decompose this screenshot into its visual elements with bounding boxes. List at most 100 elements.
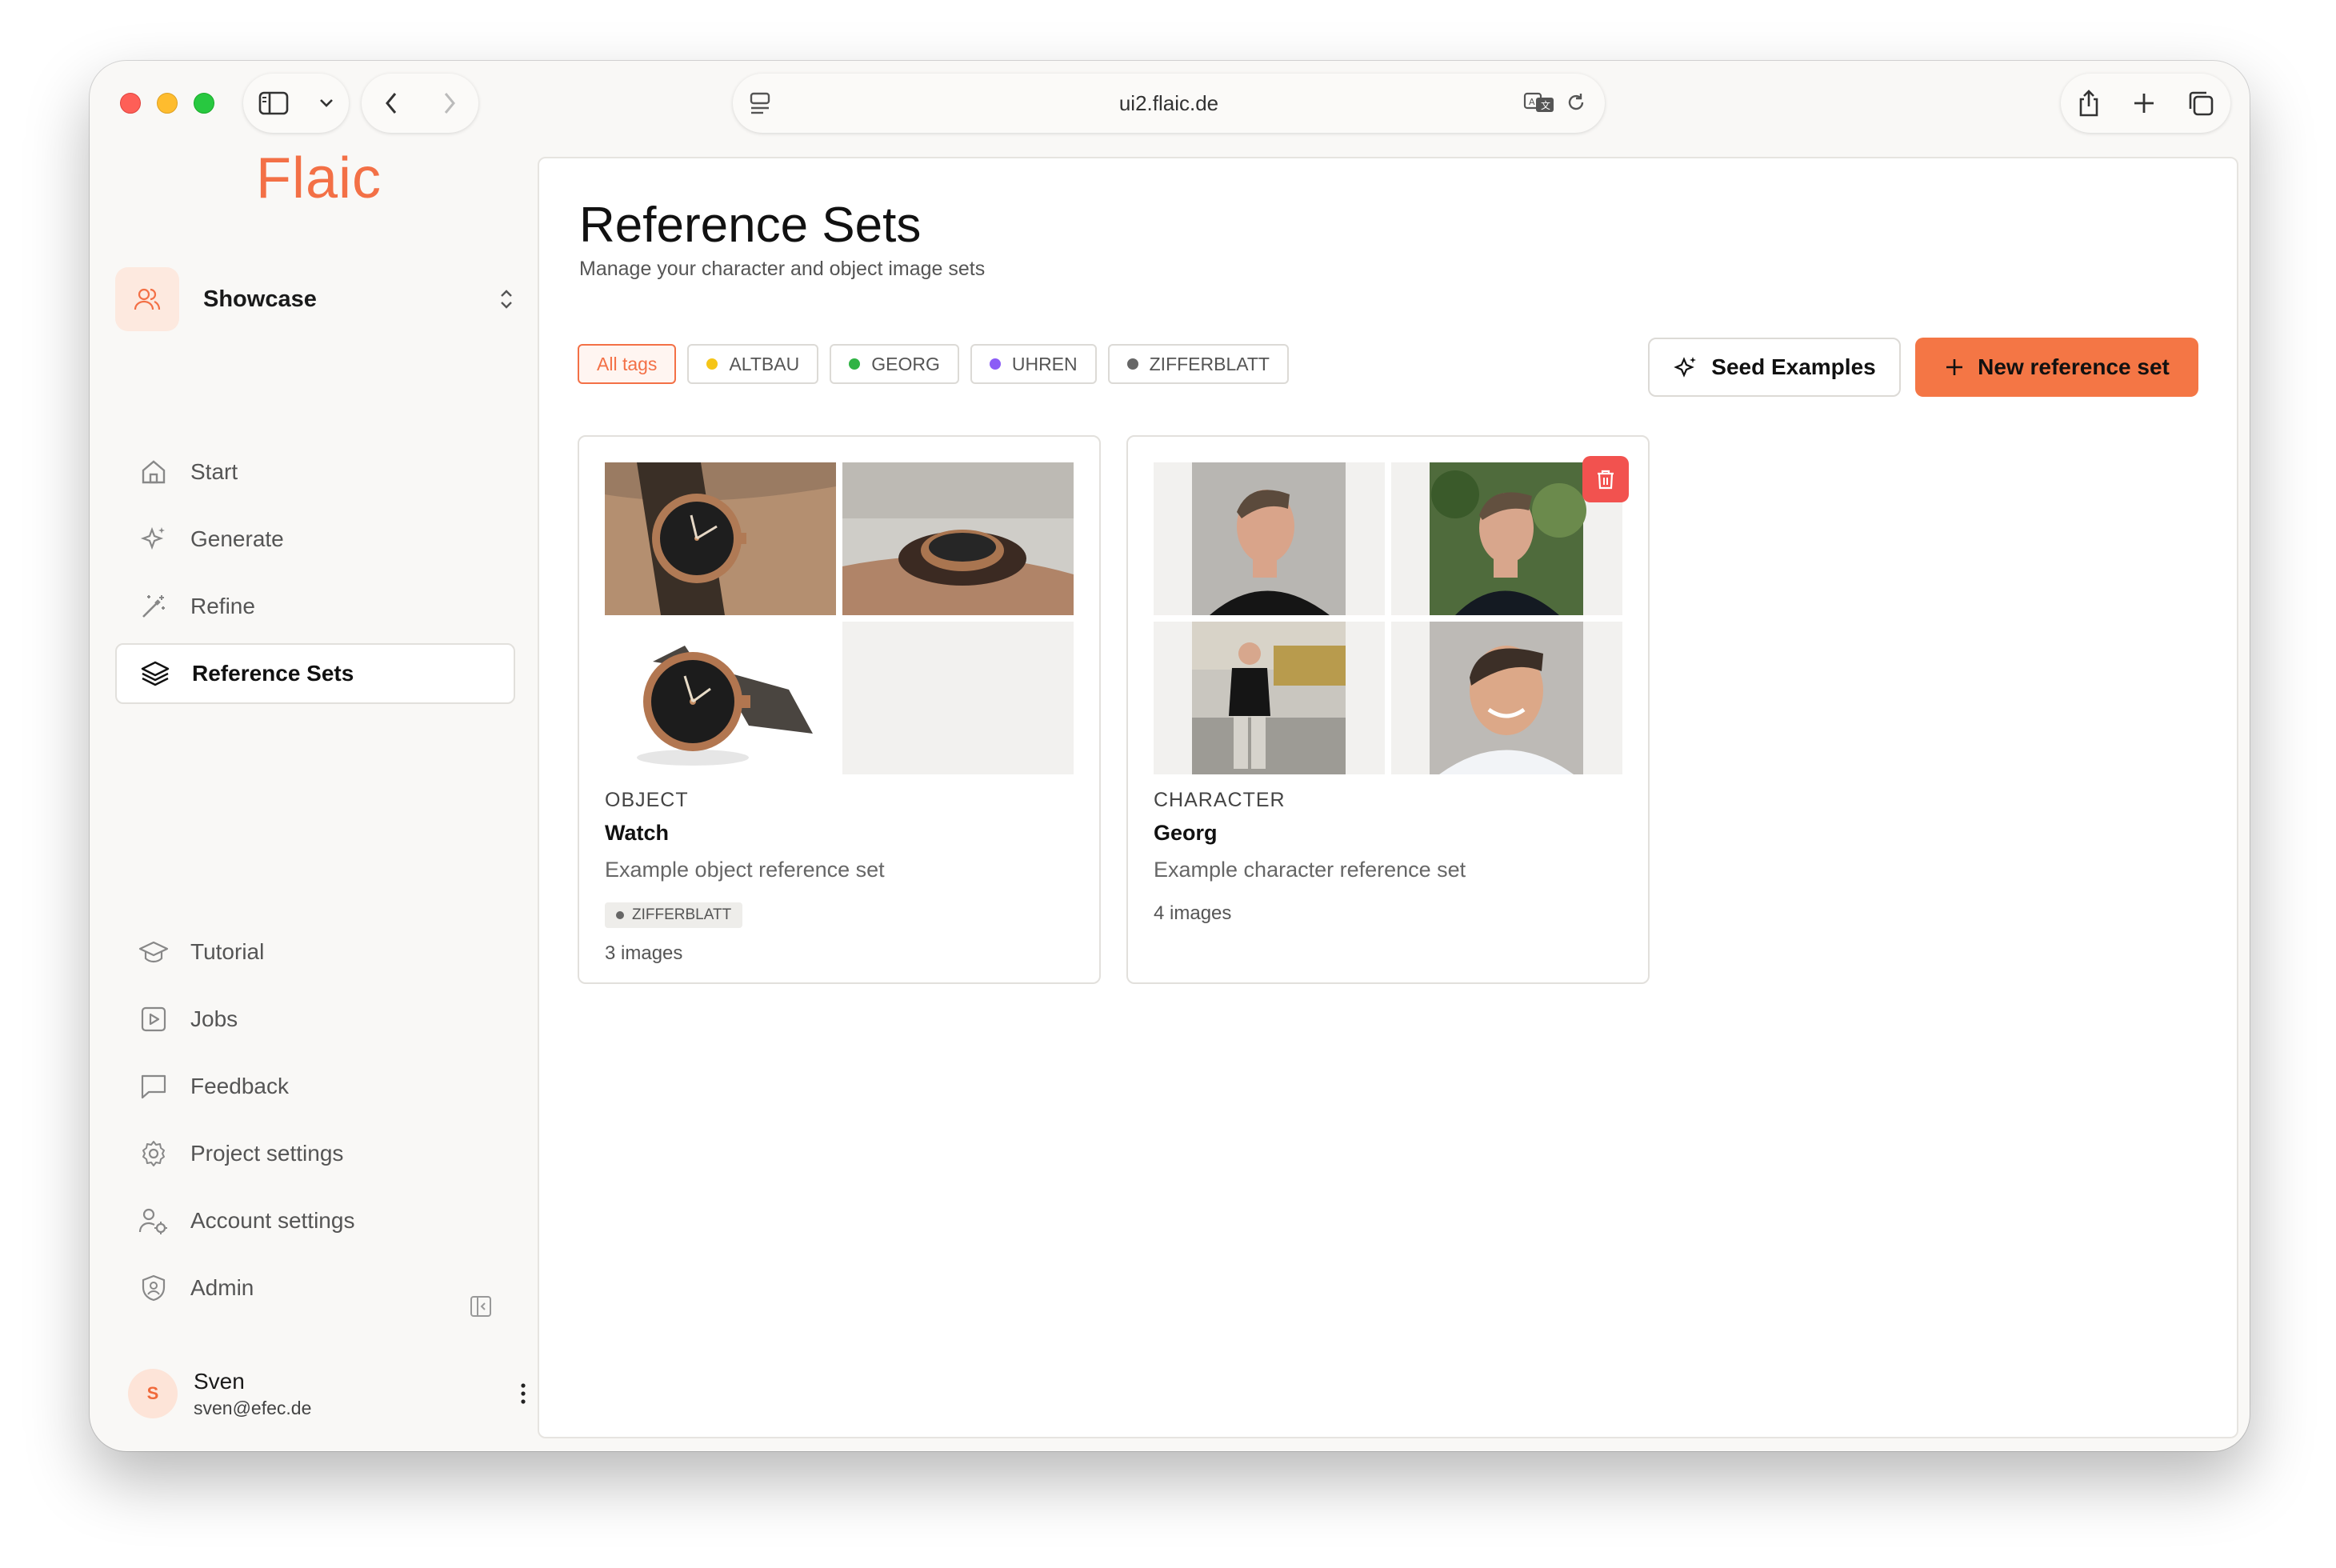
tag-color-dot [616,911,624,919]
image-count: 4 images [1154,902,1232,924]
seed-examples-button[interactable]: Seed Examples [1648,338,1901,397]
sidebar-item-label: Start [190,459,238,484]
history-nav-group [362,74,478,133]
sidebar-item-label: Jobs [190,1006,238,1031]
svg-text:A: A [1529,97,1535,107]
minimize-window-button[interactable] [157,93,178,114]
sidebar-icon[interactable] [258,90,289,116]
card-type: OBJECT [605,789,689,811]
card-title: Georg [1154,821,1218,845]
trash-icon [1595,468,1616,490]
tag-filter-zifferblatt[interactable]: ZIFFERBLATT [1107,344,1289,384]
graduation-cap-icon [138,936,170,968]
tag-label: All tags [597,353,658,374]
reference-image [1391,622,1622,774]
sidebar-toggle-group [243,74,349,133]
user-name: Sven [194,1368,245,1394]
reload-icon[interactable] [1565,91,1587,114]
tag-filter-all[interactable]: All tags [578,344,677,384]
sparkles-icon [1673,354,1698,380]
reference-image [605,462,836,615]
magic-wand-icon [138,590,170,622]
reference-image [842,462,1074,615]
more-vertical-icon[interactable] [518,1382,528,1406]
reference-image [1154,462,1385,615]
workspace-switcher[interactable]: Showcase [115,267,515,331]
image-grid [605,462,1074,774]
page-menu-icon[interactable] [749,91,771,115]
tag-color-dot [1126,358,1138,370]
forward-icon[interactable] [442,91,457,115]
sidebar-item-label: Admin [190,1275,254,1300]
tag-color-dot [989,358,1001,370]
user-gear-icon [138,1205,170,1237]
browser-actions-group [2061,74,2230,133]
image-count: 3 images [605,942,683,964]
sidebar-item-label: Account settings [190,1208,355,1233]
reference-set-card-georg[interactable]: CHARACTER Georg Example character refere… [1126,435,1650,984]
address-bar[interactable]: ui2.flaic.de A文 [733,74,1605,133]
card-type: CHARACTER [1154,789,1286,811]
app-logo[interactable]: Flaic [256,146,382,211]
sidebar-item-project-settings[interactable]: Project settings [115,1123,515,1184]
tag-label: GEORG [871,353,940,374]
avatar: S [128,1369,178,1418]
chevron-up-down-icon [498,287,515,311]
button-label: Seed Examples [1711,354,1876,379]
sparkles-icon [138,523,170,555]
tag-filter-altbau[interactable]: ALTBAU [687,344,819,384]
zoom-window-button[interactable] [194,93,214,114]
sidebar-item-label: Tutorial [190,939,265,964]
users-icon [134,287,161,311]
main-content: Reference Sets Manage your character and… [538,157,2238,1438]
sidebar-item-generate[interactable]: Generate [115,509,515,570]
collapse-sidebar-icon[interactable] [469,1294,493,1318]
new-reference-set-button[interactable]: New reference set [1915,338,2198,397]
sidebar-item-admin[interactable]: Admin [115,1258,515,1318]
reference-set-card-watch[interactable]: OBJECT Watch Example object reference se… [578,435,1101,984]
empty-image-slot [842,622,1074,774]
sidebar-item-account-settings[interactable]: Account settings [115,1190,515,1251]
sidebar-item-label: Project settings [190,1141,344,1166]
sidebar-item-label: Reference Sets [192,661,354,686]
close-window-button[interactable] [120,93,141,114]
sidebar-item-label: Generate [190,526,284,551]
new-tab-icon[interactable] [2132,91,2156,115]
layers-icon [139,658,171,690]
tag-label: UHREN [1011,353,1078,374]
back-icon[interactable] [384,91,398,115]
sidebar-item-label: Refine [190,594,255,618]
chevron-down-icon[interactable] [318,98,334,109]
tag-filter-uhren[interactable]: UHREN [970,344,1097,384]
tag-color-dot [706,358,718,370]
sidebar-item-reference-sets[interactable]: Reference Sets [115,643,515,704]
tag-label: ALTBAU [729,353,800,374]
tag-label: ZIFFERBLATT [1149,353,1270,374]
tag-filter: All tags ALTBAU GEORG UHREN ZIFFERBLATT [578,344,1289,384]
delete-button[interactable] [1582,456,1629,502]
url-text[interactable]: ui2.flaic.de [1119,91,1218,116]
sidebar-item-feedback[interactable]: Feedback [115,1056,515,1117]
sidebar-item-jobs[interactable]: Jobs [115,989,515,1050]
tag-color-dot [849,358,861,370]
user-email: sven@efec.de [194,1397,312,1418]
tag-label: ZIFFERBLATT [632,906,732,923]
card-tag: ZIFFERBLATT [605,902,743,928]
share-icon[interactable] [2077,89,2101,118]
tab-overview-icon[interactable] [2187,90,2214,117]
workspace-avatar [115,267,179,331]
page-subtitle: Manage your character and object image s… [579,258,986,280]
message-square-icon [138,1070,170,1102]
sidebar-item-refine[interactable]: Refine [115,576,515,637]
plus-icon [1944,357,1965,378]
user-profile[interactable]: S Sven sven@efec.de [128,1362,528,1426]
shield-user-icon [138,1272,170,1304]
browser-window: ui2.flaic.de A文 Flaic Showcase Start Gen… [90,61,2250,1451]
tag-filter-georg[interactable]: GEORG [830,344,959,384]
translate-icon[interactable]: A文 [1523,91,1555,114]
card-description: Example character reference set [1154,858,1466,882]
sidebar-item-tutorial[interactable]: Tutorial [115,922,515,982]
reference-image [1154,622,1385,774]
sidebar-item-start[interactable]: Start [115,442,515,502]
play-square-icon [138,1003,170,1035]
